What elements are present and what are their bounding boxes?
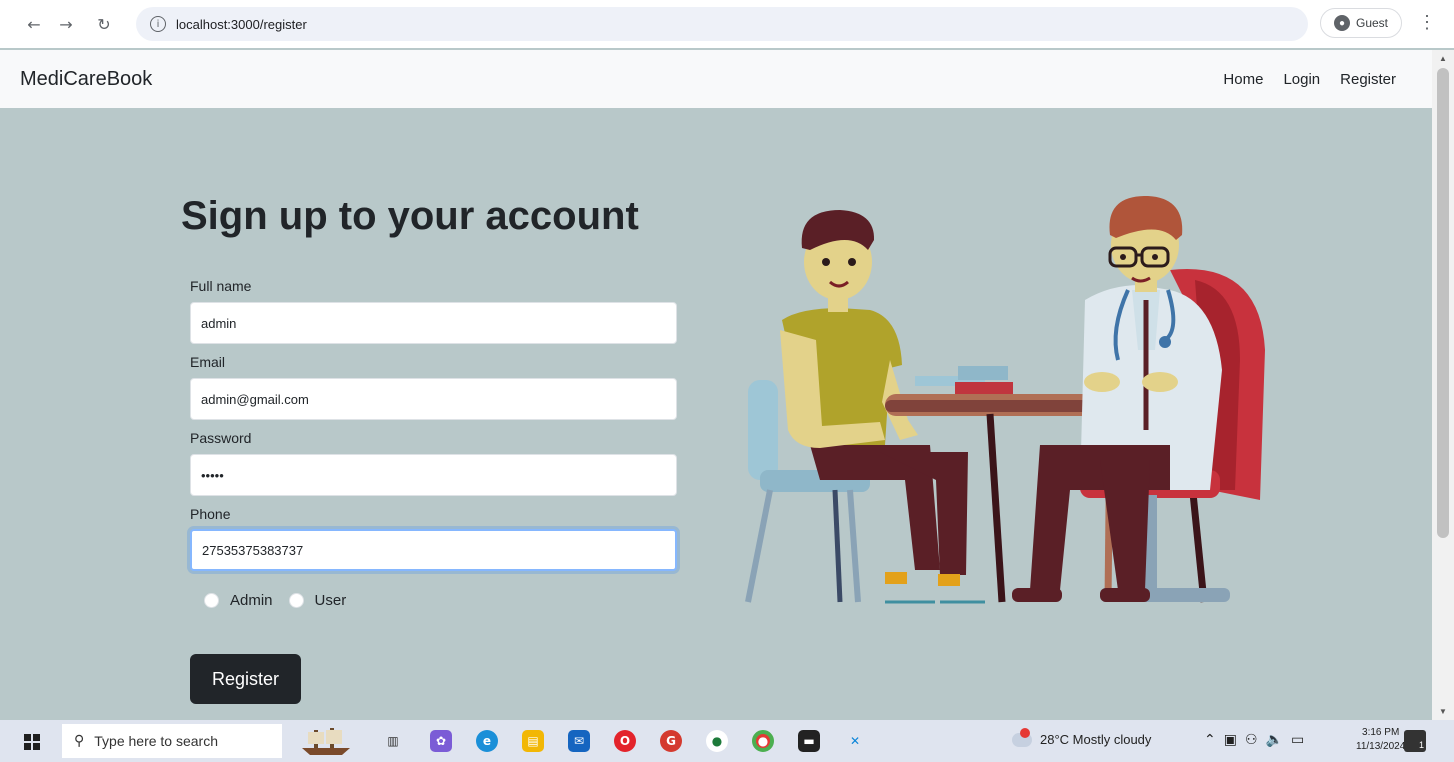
full-name-input[interactable]	[190, 302, 677, 344]
browser-toolbar: ← → ↻ i localhost:3000/register ● Guest …	[0, 0, 1454, 48]
system-tray: ⌃ ▣ ⚇ 🔈 ▭	[1204, 732, 1304, 748]
chrome-profile-icon[interactable]: G	[660, 730, 682, 752]
full-name-label: Full name	[190, 278, 252, 294]
cloud-icon	[1012, 727, 1032, 747]
scroll-down-icon[interactable]: ▼	[1439, 707, 1447, 716]
search-icon: ⚲	[74, 733, 85, 749]
file-explorer-icon[interactable]: ▤	[522, 730, 544, 752]
password-label: Password	[190, 430, 252, 446]
profile-label: Guest	[1355, 16, 1388, 30]
clock-date: 11/13/2024	[1356, 741, 1406, 752]
phone-input[interactable]	[190, 529, 677, 571]
role-radio-group: Admin User	[204, 592, 346, 609]
email-input[interactable]	[190, 378, 677, 420]
page-title: Sign up to your account	[181, 194, 639, 238]
nav-link-register[interactable]: Register	[1340, 71, 1396, 88]
user-radio[interactable]	[288, 593, 304, 608]
nav-link-login[interactable]: Login	[1283, 71, 1320, 88]
scroll-thumb[interactable]	[1437, 68, 1449, 538]
password-input[interactable]	[190, 454, 677, 496]
page-scrollbar[interactable]: ▲ ▼	[1432, 50, 1454, 720]
profile-button[interactable]: ● Guest	[1320, 8, 1402, 38]
email-label: Email	[190, 354, 226, 370]
profile-icon: ●	[1333, 15, 1350, 31]
ship-widget-icon[interactable]	[296, 726, 356, 756]
scroll-up-icon[interactable]: ▲	[1439, 54, 1447, 63]
mail-icon[interactable]: ✉	[568, 730, 590, 752]
nav-links: Home Login Register	[1223, 71, 1396, 88]
chevron-up-icon[interactable]: ⌃	[1204, 732, 1216, 748]
notification-count: 1	[1418, 740, 1424, 750]
opera-browser-icon[interactable]: O	[614, 730, 636, 752]
app-navbar: MediCareBook Home Login Register	[0, 50, 1432, 108]
tray-app-icon[interactable]: ▣	[1224, 732, 1237, 748]
back-arrow-icon[interactable]: ←	[20, 10, 48, 38]
taskbar-search-placeholder: Type here to search	[94, 733, 219, 749]
os-taskbar: ⚲ Type here to search ▥ ✿ e ▤ ✉ O G ● ● …	[0, 720, 1454, 762]
taskbar-search[interactable]: ⚲ Type here to search	[62, 724, 282, 758]
address-bar[interactable]: i localhost:3000/register	[136, 7, 1308, 41]
volume-icon[interactable]: 🔈	[1266, 732, 1283, 748]
register-button[interactable]: Register	[190, 654, 301, 704]
reload-icon[interactable]: ↻	[90, 10, 118, 38]
user-radio-label[interactable]: User	[315, 592, 347, 609]
weather-widget[interactable]: 28°C Mostly cloudy	[1012, 727, 1152, 747]
doctor-patient-illustration	[745, 195, 1265, 604]
site-info-icon[interactable]: i	[150, 16, 166, 32]
network-icon[interactable]: ⚇	[1245, 732, 1258, 748]
mongodb-icon[interactable]: ●	[706, 730, 728, 752]
nav-link-home[interactable]: Home	[1223, 71, 1263, 88]
menu-kebab-icon[interactable]: ⋮	[1418, 12, 1436, 33]
admin-radio-label[interactable]: Admin	[230, 592, 273, 609]
windows-start-icon[interactable]	[24, 734, 40, 750]
taskbar-clock[interactable]: 3:16 PM 11/13/2024	[1356, 726, 1405, 754]
notification-icon[interactable]: 1	[1404, 730, 1426, 752]
admin-radio[interactable]	[204, 593, 219, 608]
forward-arrow-icon[interactable]: →	[52, 10, 80, 38]
brand-logo[interactable]: MediCareBook	[20, 68, 152, 91]
task-view-icon[interactable]: ▥	[382, 730, 404, 752]
phone-label: Phone	[190, 506, 231, 522]
clock-time: 3:16 PM	[1362, 727, 1400, 738]
copilot-icon[interactable]: ✿	[430, 730, 452, 752]
display-icon[interactable]: ▭	[1291, 732, 1304, 748]
chrome-icon[interactable]: ●	[752, 730, 774, 752]
url-text[interactable]: localhost:3000/register	[176, 17, 307, 32]
vscode-icon[interactable]: ✕	[844, 730, 866, 752]
terminal-icon[interactable]: ▬	[798, 730, 820, 752]
weather-text: 28°C Mostly cloudy	[1040, 732, 1152, 747]
edge-browser-icon[interactable]: e	[476, 730, 498, 752]
